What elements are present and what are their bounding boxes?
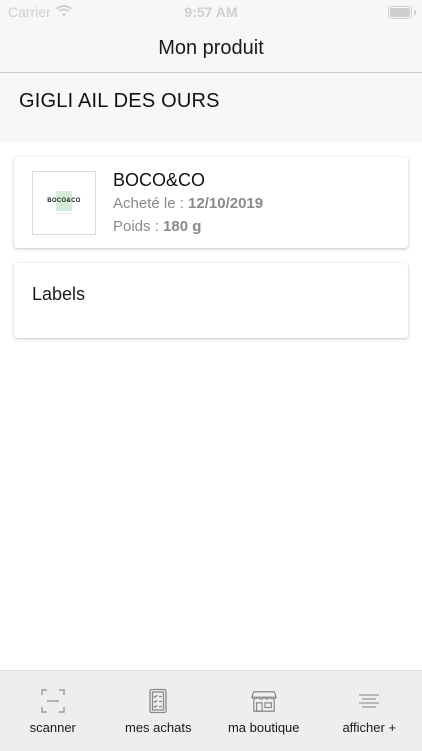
tab-mes-achats-label: mes achats bbox=[125, 720, 191, 735]
product-info-card: BOCO&CO —————— BOCO&CO Acheté le : 12/10… bbox=[14, 157, 408, 248]
brand-logo-mark: BOCO&CO bbox=[44, 191, 84, 211]
navigation-bar: Mon produit bbox=[0, 24, 422, 73]
tab-bar: scanner mes achats ma boutique bbox=[0, 670, 422, 751]
product-name: GIGLI AIL DES OURS bbox=[19, 90, 220, 113]
tab-scanner[interactable]: scanner bbox=[0, 671, 106, 751]
purchase-date-label: Acheté le : bbox=[113, 195, 188, 212]
brand-logo-text: BOCO&CO bbox=[47, 198, 80, 204]
tab-ma-boutique-label: ma boutique bbox=[228, 720, 300, 735]
status-time: 9:57 AM bbox=[0, 4, 422, 20]
labels-title: Labels bbox=[32, 284, 85, 305]
weight-row: Poids : 180 g bbox=[113, 218, 201, 235]
tab-mes-achats[interactable]: mes achats bbox=[106, 671, 212, 751]
battery-tip bbox=[414, 10, 416, 15]
battery-icon bbox=[388, 6, 412, 19]
weight-label: Poids : bbox=[113, 218, 163, 235]
tab-afficher-plus[interactable]: afficher + bbox=[317, 671, 422, 751]
tab-ma-boutique[interactable]: ma boutique bbox=[211, 671, 317, 751]
store-icon bbox=[251, 688, 277, 714]
weight-value: 180 g bbox=[163, 218, 201, 235]
page-title: Mon produit bbox=[158, 37, 264, 60]
product-header: GIGLI AIL DES OURS bbox=[0, 73, 422, 142]
brand-logo-tagline: —————— bbox=[56, 212, 72, 215]
tab-scanner-label: scanner bbox=[30, 720, 76, 735]
menu-icon bbox=[356, 688, 382, 714]
purchase-date-value: 12/10/2019 bbox=[188, 195, 263, 212]
receipt-icon bbox=[145, 688, 171, 714]
tab-afficher-plus-label: afficher + bbox=[342, 720, 396, 735]
purchase-date-row: Acheté le : 12/10/2019 bbox=[113, 195, 263, 212]
brand-name: BOCO&CO bbox=[113, 170, 205, 191]
brand-logo: BOCO&CO —————— bbox=[32, 171, 96, 235]
scan-icon bbox=[40, 688, 66, 714]
status-bar: Carrier 9:57 AM bbox=[0, 0, 422, 24]
labels-card[interactable]: Labels bbox=[14, 263, 408, 338]
